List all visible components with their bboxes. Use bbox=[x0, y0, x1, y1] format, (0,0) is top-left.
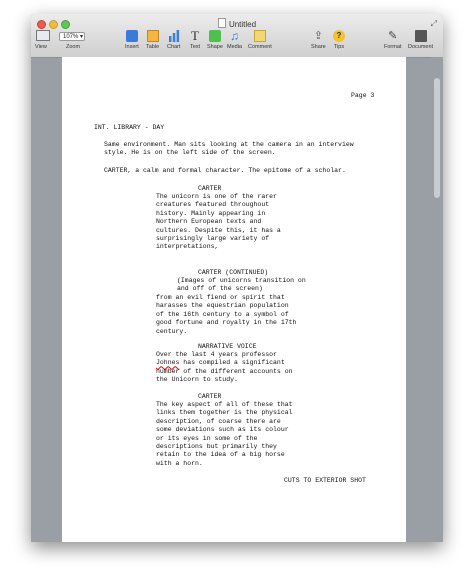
format-icon: ✎ bbox=[388, 30, 398, 42]
comment-icon bbox=[253, 30, 266, 42]
window-title: Untitled bbox=[31, 18, 443, 29]
insert-button[interactable]: Insert bbox=[125, 30, 139, 50]
text-button[interactable]: T Text bbox=[189, 28, 201, 50]
document-page[interactable]: Page 3 INT. LIBRARY - DAY Same environme… bbox=[62, 57, 406, 542]
table-icon bbox=[146, 30, 159, 42]
format-button[interactable]: ✎ Format bbox=[384, 30, 401, 50]
text-label: Text bbox=[189, 44, 201, 50]
share-label: Share bbox=[311, 44, 326, 50]
fullscreen-icon[interactable]: ⤢ bbox=[431, 19, 437, 29]
media-button[interactable]: ♫ Media bbox=[227, 30, 242, 50]
insert-label: Insert bbox=[125, 44, 139, 50]
comment-label: Comment bbox=[248, 44, 272, 50]
chart-button[interactable]: Chart bbox=[167, 30, 180, 50]
parenthetical-text[interactable]: (Images of unicorns transition on and of… bbox=[177, 277, 306, 294]
format-label: Format bbox=[384, 44, 402, 50]
shape-icon bbox=[208, 30, 221, 42]
view-icon[interactable] bbox=[36, 30, 50, 41]
misspelled-word[interactable]: Johnes bbox=[156, 359, 179, 366]
tips-label: Tips bbox=[333, 44, 345, 50]
dialogue-text[interactable]: Over the last 4 years professor Johnes h… bbox=[156, 351, 293, 385]
dialogue-text[interactable]: from an evil fiend or spirit that harass… bbox=[156, 294, 296, 336]
chart-icon bbox=[168, 30, 179, 42]
comment-button[interactable]: Comment bbox=[248, 30, 272, 50]
dialogue-text[interactable]: The key aspect of all of these that link… bbox=[156, 401, 293, 468]
document-icon bbox=[217, 18, 226, 28]
window-title-text: Untitled bbox=[228, 20, 257, 29]
chart-label: Chart bbox=[167, 44, 181, 50]
table-button[interactable]: Table bbox=[146, 30, 159, 50]
shape-button[interactable]: Shape bbox=[207, 30, 223, 50]
action-text[interactable]: CARTER, a calm and formal character. The… bbox=[104, 167, 346, 175]
shape-label: Shape bbox=[207, 44, 223, 50]
document-label: Document bbox=[408, 44, 434, 50]
tips-button[interactable]: ? Tips bbox=[333, 30, 345, 50]
media-icon: ♫ bbox=[229, 29, 239, 43]
dialogue-text[interactable]: The unicorn is one of the rarer creature… bbox=[156, 193, 281, 252]
pages-window: Untitled ⤢ View 107% ▾ Zoom Insert Table… bbox=[31, 14, 443, 542]
text-icon: T bbox=[191, 28, 199, 43]
zoom-select[interactable]: 107% ▾ bbox=[59, 32, 85, 41]
transition-text[interactable]: CUTS TO EXTERIOR SHOT bbox=[284, 477, 366, 485]
page-number: Page 3 bbox=[351, 92, 375, 99]
zoom-value: 107% bbox=[63, 34, 79, 40]
view-label: View bbox=[35, 44, 47, 50]
zoom-label: Zoom bbox=[66, 44, 81, 50]
tips-icon: ? bbox=[333, 30, 345, 42]
media-label: Media bbox=[227, 44, 242, 50]
document-panel-icon bbox=[414, 30, 427, 42]
document-button[interactable]: Document bbox=[408, 30, 433, 50]
toolbar: Untitled ⤢ View 107% ▾ Zoom Insert Table… bbox=[31, 14, 443, 58]
action-text[interactable]: Same environment. Man sits looking at th… bbox=[104, 141, 354, 158]
table-label: Table bbox=[146, 44, 160, 50]
insert-icon bbox=[125, 30, 138, 42]
share-icon: ⇪ bbox=[313, 30, 323, 42]
scene-heading[interactable]: INT. LIBRARY - DAY bbox=[94, 124, 164, 132]
dialogue-line: Over the last 4 years professor bbox=[156, 351, 277, 358]
scrollbar-thumb[interactable] bbox=[434, 78, 440, 198]
share-button[interactable]: ⇪ Share bbox=[311, 30, 326, 50]
